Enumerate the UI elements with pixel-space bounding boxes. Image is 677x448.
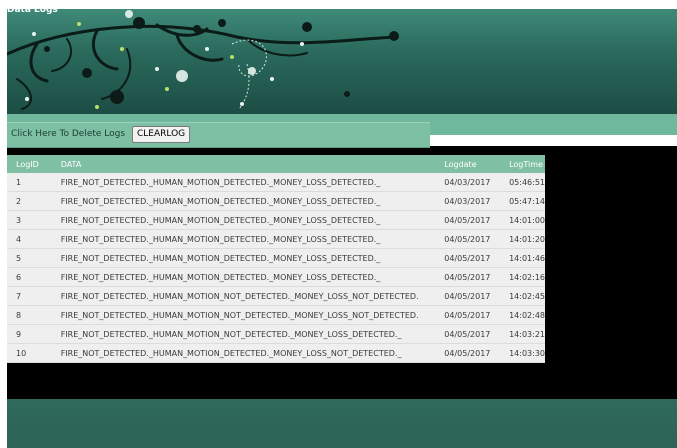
column-header-data: DATA [51, 155, 436, 173]
cell-data: FIRE_NOT_DETECTED._HUMAN_MOTION_DETECTED… [51, 210, 436, 230]
cell-logid: 5 [7, 248, 52, 268]
cell-logtime: 14:03:21 [500, 324, 545, 344]
logs-table: LogID DATA Logdate LogTime 1 FIRE_NOT_DET… [7, 155, 545, 363]
cell-logdate: 04/05/2017 [435, 210, 501, 230]
cell-logid: 6 [7, 267, 52, 287]
cell-logtime: 14:01:00 [500, 210, 545, 230]
table-row: 6 FIRE_NOT_DETECTED._HUMAN_MOTION_DETECTE… [7, 267, 545, 287]
page: Data Logs Click Here To Delete Logs CLEA… [0, 0, 677, 448]
cell-logdate: 04/05/2017 [435, 286, 501, 306]
cell-data: FIRE_NOT_DETECTED._HUMAN_MOTION_DETECTED… [51, 267, 436, 287]
cell-logdate: 04/05/2017 [435, 324, 501, 344]
cell-logid: 9 [7, 324, 52, 344]
cell-logid: 8 [7, 305, 52, 325]
table-row: 1 FIRE_NOT_DETECTED._HUMAN_MOTION_DETECTE… [7, 173, 545, 192]
cell-logid: 2 [7, 191, 52, 211]
cell-logtime: 05:46:51 [500, 173, 545, 192]
delete-logs-panel: Click Here To Delete Logs CLEARLOG [7, 122, 430, 148]
cell-logid: 10 [7, 343, 52, 363]
cell-logtime: 05:47:14 [500, 191, 545, 211]
header-divider-band-right [430, 128, 677, 135]
footer-band [7, 399, 677, 448]
column-header-logid: LogID [7, 155, 52, 173]
logs-table-body: 1 FIRE_NOT_DETECTED._HUMAN_MOTION_DETECTE… [7, 173, 545, 363]
cell-data: FIRE_NOT_DETECTED._HUMAN_MOTION_NOT_DETE… [51, 324, 436, 344]
cell-logtime: 14:01:46 [500, 248, 545, 268]
cell-logtime: 14:02:48 [500, 305, 545, 325]
cell-logtime: 14:02:45 [500, 286, 545, 306]
cell-logdate: 04/05/2017 [435, 305, 501, 325]
table-row: 9 FIRE_NOT_DETECTED._HUMAN_MOTION_NOT_DET… [7, 324, 545, 344]
cell-data: FIRE_NOT_DETECTED._HUMAN_MOTION_DETECTED… [51, 343, 436, 363]
cell-data: FIRE_NOT_DETECTED._HUMAN_MOTION_DETECTED… [51, 248, 436, 268]
cell-logid: 3 [7, 210, 52, 230]
cell-data: FIRE_NOT_DETECTED._HUMAN_MOTION_DETECTED… [51, 229, 436, 249]
table-row: 5 FIRE_NOT_DETECTED._HUMAN_MOTION_DETECTE… [7, 248, 545, 268]
cell-logtime: 14:03:30 [500, 343, 545, 363]
cell-logdate: 04/05/2017 [435, 248, 501, 268]
header-banner [7, 9, 677, 114]
table-row: 8 FIRE_NOT_DETECTED._HUMAN_MOTION_NOT_DET… [7, 305, 545, 325]
floral-swirl-decoration [7, 10, 399, 110]
cell-data: FIRE_NOT_DETECTED._HUMAN_MOTION_DETECTED… [51, 173, 436, 192]
column-header-logtime: LogTime [500, 155, 545, 173]
cell-logtime: 14:02:16 [500, 267, 545, 287]
cell-logid: 4 [7, 229, 52, 249]
table-row: 10 FIRE_NOT_DETECTED._HUMAN_MOTION_DETECT… [7, 343, 545, 363]
cell-logid: 1 [7, 173, 52, 192]
cell-data: FIRE_NOT_DETECTED._HUMAN_MOTION_NOT_DETE… [51, 305, 436, 325]
column-header-logdate: Logdate [435, 155, 501, 173]
cell-logid: 7 [7, 286, 52, 306]
table-row: 4 FIRE_NOT_DETECTED._HUMAN_MOTION_DETECTE… [7, 229, 545, 249]
table-row: 2 FIRE_NOT_DETECTED._HUMAN_MOTION_DETECTE… [7, 191, 545, 211]
cell-logdate: 04/03/2017 [435, 173, 501, 192]
delete-logs-label: Click Here To Delete Logs [11, 129, 126, 139]
cell-logdate: 04/05/2017 [435, 267, 501, 287]
table-header-row: LogID DATA Logdate LogTime [7, 155, 545, 173]
cell-logdate: 04/05/2017 [435, 229, 501, 249]
cell-data: FIRE_NOT_DETECTED._HUMAN_MOTION_NOT_DETE… [51, 286, 436, 306]
table-row: 3 FIRE_NOT_DETECTED._HUMAN_MOTION_DETECTE… [7, 210, 545, 230]
clearlog-button[interactable]: CLEARLOG [132, 126, 191, 143]
cell-logdate: 04/03/2017 [435, 191, 501, 211]
cell-data: FIRE_NOT_DETECTED._HUMAN_MOTION_DETECTED… [51, 191, 436, 211]
cell-logdate: 04/05/2017 [435, 343, 501, 363]
cell-logtime: 14:01:20 [500, 229, 545, 249]
table-row: 7 FIRE_NOT_DETECTED._HUMAN_MOTION_NOT_DET… [7, 286, 545, 306]
page-title: Data Logs [7, 5, 58, 15]
